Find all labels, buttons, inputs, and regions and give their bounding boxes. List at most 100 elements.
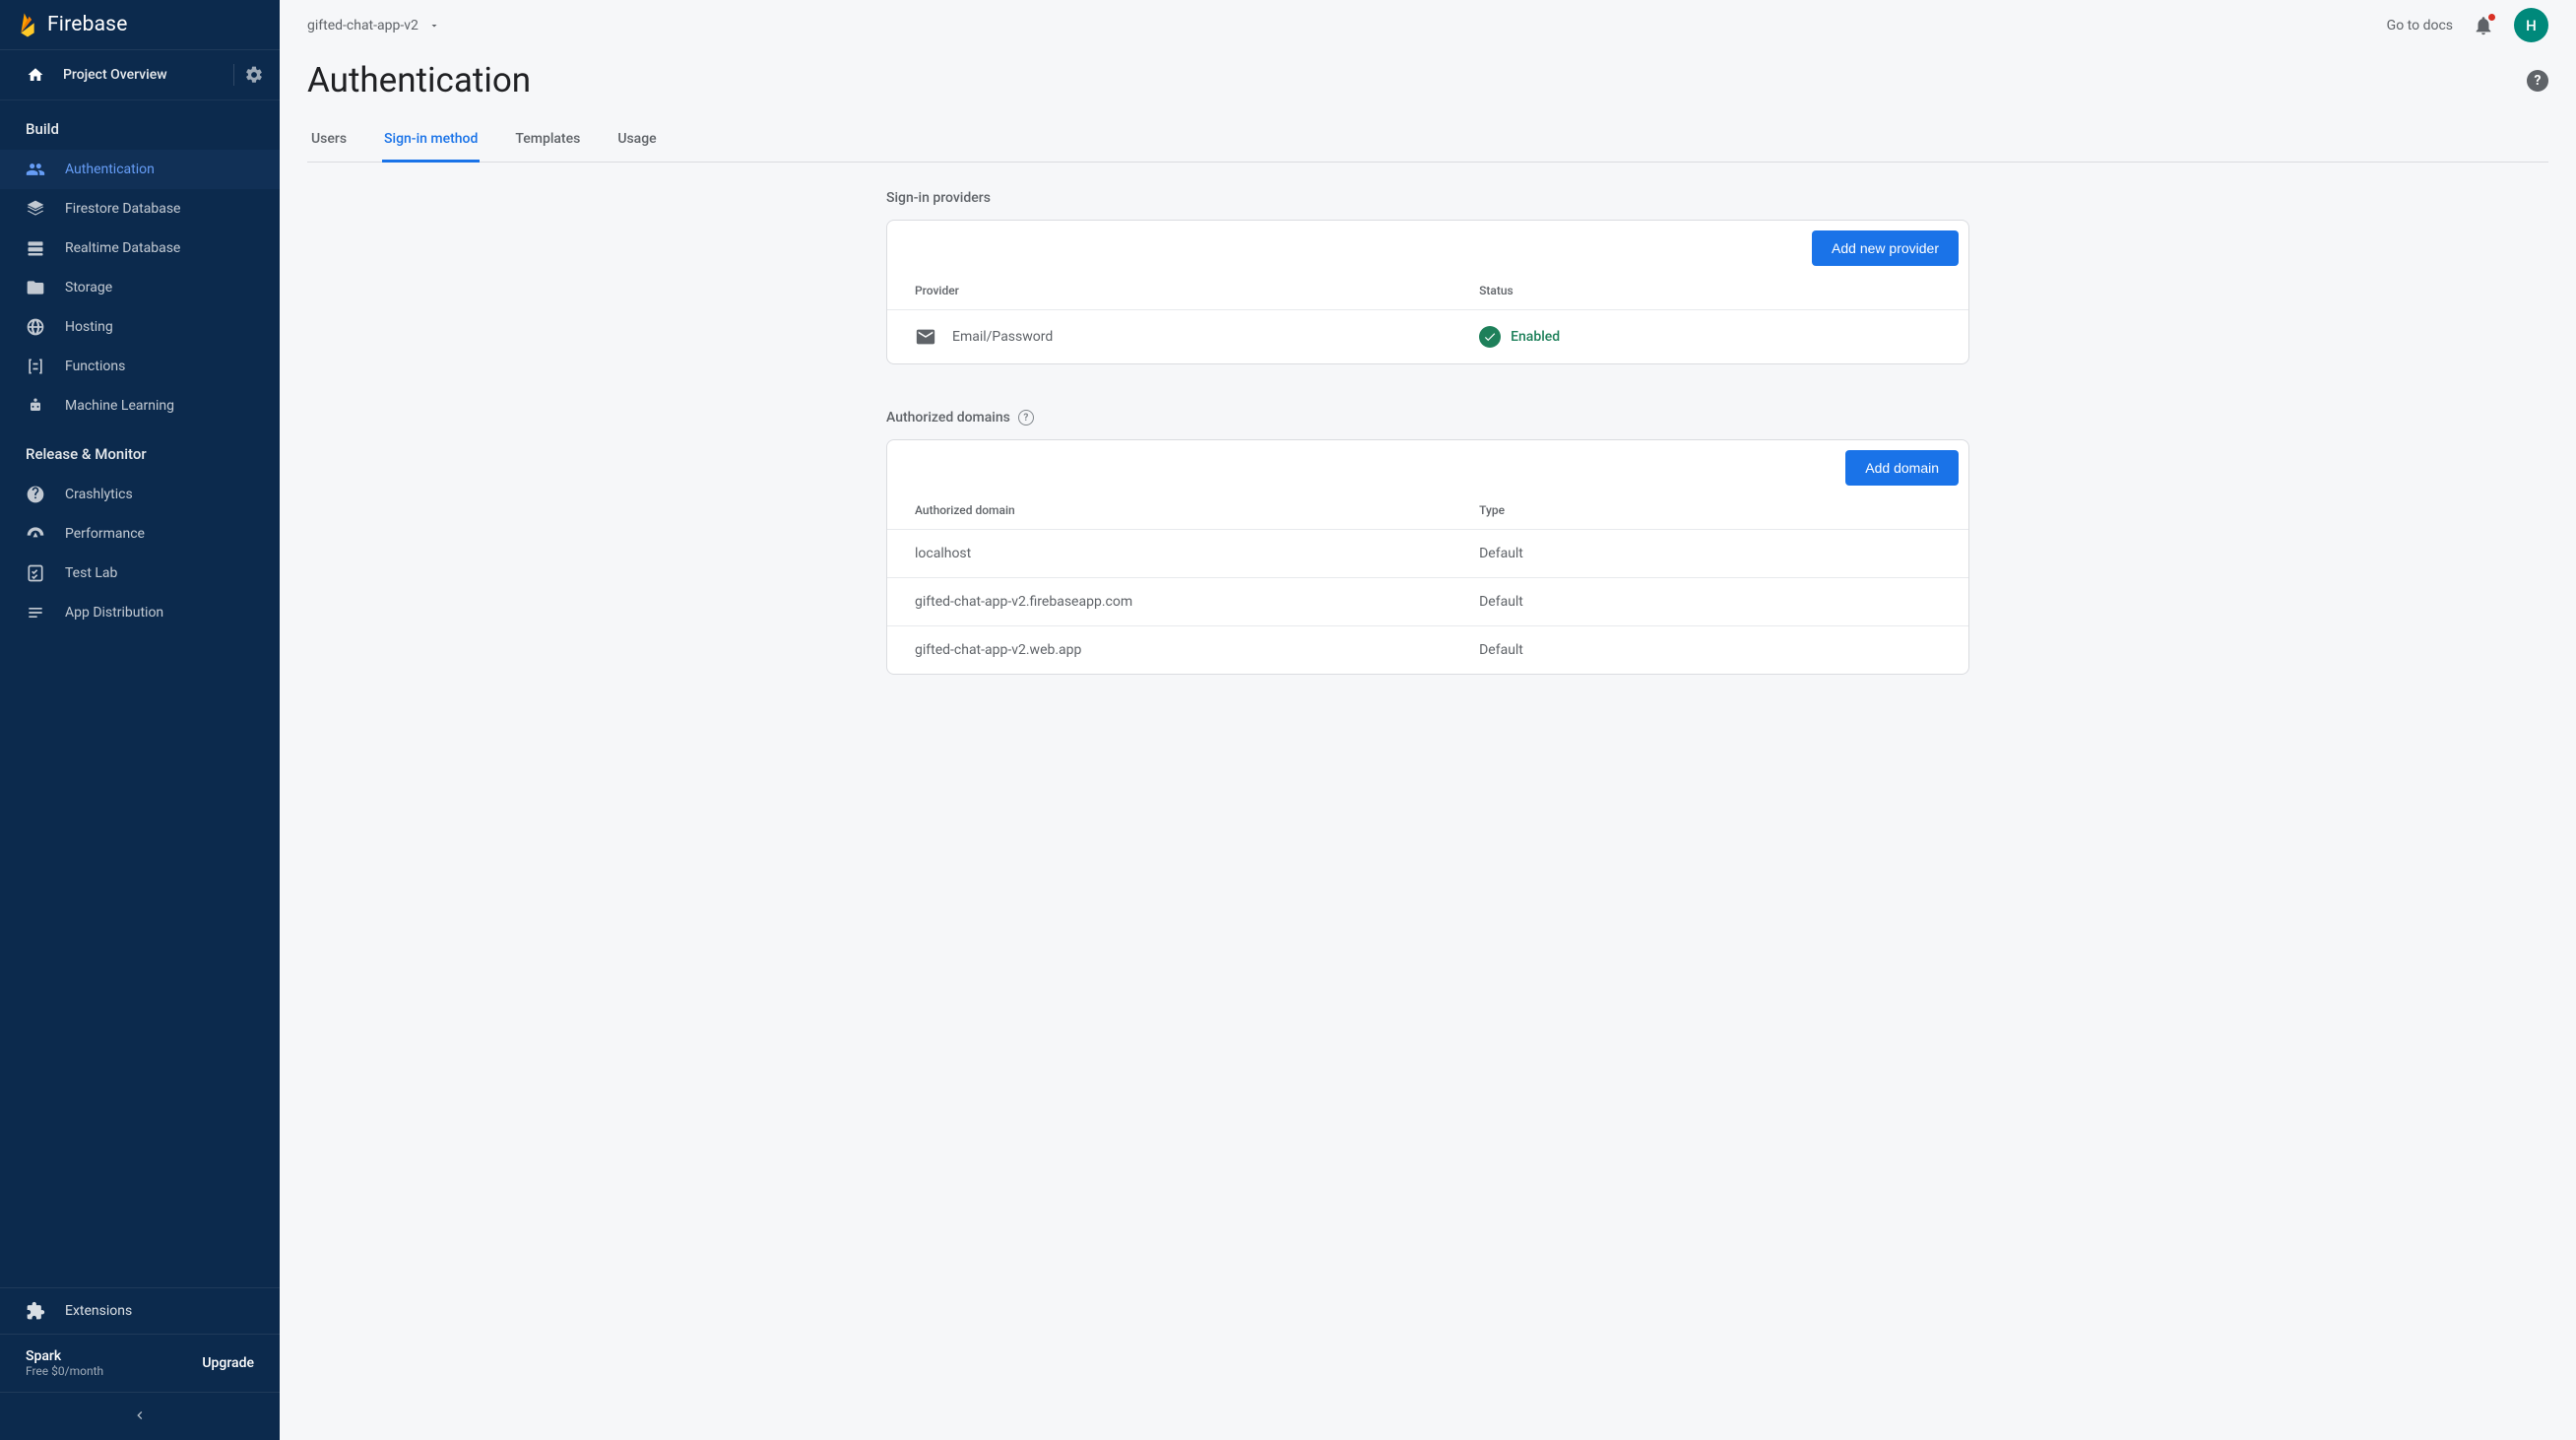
section-title-build[interactable]: Build bbox=[0, 100, 280, 150]
domain-type: Default bbox=[1479, 546, 1941, 561]
database-icon bbox=[26, 238, 45, 258]
plan-row: Spark Free $0/month Upgrade bbox=[0, 1334, 280, 1392]
nav-label: Functions bbox=[65, 359, 125, 374]
domain-row[interactable]: localhost Default bbox=[887, 529, 1968, 577]
nav-label: Test Lab bbox=[65, 565, 117, 581]
provider-row[interactable]: Email/Password Enabled bbox=[887, 309, 1968, 363]
notification-dot-icon bbox=[2487, 13, 2496, 22]
tab-templates[interactable]: Templates bbox=[513, 120, 582, 163]
sidebar-item-app-distribution[interactable]: App Distribution bbox=[0, 593, 280, 632]
email-icon bbox=[915, 326, 936, 348]
sidebar-item-extensions[interactable]: Extensions bbox=[0, 1287, 280, 1334]
tab-sign-in-method[interactable]: Sign-in method bbox=[382, 120, 480, 163]
project-name: gifted-chat-app-v2 bbox=[307, 18, 419, 33]
main: gifted-chat-app-v2 Go to docs H Authenti… bbox=[280, 0, 2576, 1440]
domain-type: Default bbox=[1479, 642, 1941, 658]
section-label-providers: Sign-in providers bbox=[886, 190, 1969, 206]
providers-table-header: Provider Status bbox=[887, 276, 1968, 309]
sidebar-item-machine-learning[interactable]: Machine Learning bbox=[0, 386, 280, 425]
firebase-logo[interactable]: Firebase bbox=[18, 13, 128, 36]
domain-name: gifted-chat-app-v2.web.app bbox=[915, 642, 1479, 658]
project-overview-label: Project Overview bbox=[63, 67, 167, 83]
sidebar: Firebase Project Overview Build Authenti… bbox=[0, 0, 280, 1440]
avatar-initial: H bbox=[2526, 17, 2537, 34]
extensions-label: Extensions bbox=[65, 1303, 132, 1319]
avatar[interactable]: H bbox=[2514, 8, 2548, 42]
domain-type: Default bbox=[1479, 594, 1941, 610]
col-type: Type bbox=[1479, 503, 1941, 517]
layers-icon bbox=[26, 199, 45, 219]
help-button[interactable]: ? bbox=[2527, 70, 2548, 92]
nav-label: Hosting bbox=[65, 319, 113, 335]
nav-label: App Distribution bbox=[65, 605, 163, 621]
check-circle-icon bbox=[1479, 326, 1501, 348]
nav-label: Storage bbox=[65, 280, 112, 295]
extensions-icon bbox=[26, 1301, 45, 1321]
plan-name: Spark bbox=[26, 1348, 103, 1364]
brand-text: Firebase bbox=[47, 13, 128, 36]
col-status: Status bbox=[1479, 284, 1941, 297]
add-new-provider-button[interactable]: Add new provider bbox=[1812, 230, 1959, 266]
functions-icon bbox=[26, 357, 45, 376]
crash-icon bbox=[26, 485, 45, 504]
project-selector[interactable]: gifted-chat-app-v2 bbox=[307, 18, 440, 33]
provider-status: Enabled bbox=[1511, 329, 1560, 345]
go-to-docs-link[interactable]: Go to docs bbox=[2387, 18, 2453, 33]
robot-icon bbox=[26, 396, 45, 416]
tabs: Users Sign-in method Templates Usage bbox=[307, 120, 2548, 163]
domains-table-header: Authorized domain Type bbox=[887, 495, 1968, 529]
chevron-left-icon bbox=[130, 1406, 150, 1425]
topbar: gifted-chat-app-v2 Go to docs H bbox=[280, 0, 2576, 50]
gear-icon[interactable] bbox=[244, 65, 264, 85]
sidebar-item-realtime-database[interactable]: Realtime Database bbox=[0, 229, 280, 268]
sidebar-nav: Build Authentication Firestore Database Re… bbox=[0, 100, 280, 1287]
plan-sub: Free $0/month bbox=[26, 1364, 103, 1378]
firebase-flame-icon bbox=[18, 15, 37, 34]
question-icon: ? bbox=[2535, 73, 2542, 89]
domain-row[interactable]: gifted-chat-app-v2.web.app Default bbox=[887, 625, 1968, 674]
domain-row[interactable]: gifted-chat-app-v2.firebaseapp.com Defau… bbox=[887, 577, 1968, 625]
content-scroll[interactable]: Sign-in providers Add new provider Provi… bbox=[280, 163, 2576, 1440]
help-icon[interactable]: ? bbox=[1018, 410, 1034, 425]
project-overview-row[interactable]: Project Overview bbox=[0, 50, 280, 100]
sidebar-item-test-lab[interactable]: Test Lab bbox=[0, 554, 280, 593]
globe-icon bbox=[26, 317, 45, 337]
domains-card: Add domain Authorized domain Type localh… bbox=[886, 439, 1969, 675]
section-title-release[interactable]: Release & Monitor bbox=[0, 425, 280, 475]
checklist-icon bbox=[26, 563, 45, 583]
tab-users[interactable]: Users bbox=[309, 120, 349, 163]
nav-label: Performance bbox=[65, 526, 145, 542]
divider bbox=[233, 64, 234, 86]
collapse-sidebar-button[interactable] bbox=[0, 1392, 280, 1440]
gauge-icon bbox=[26, 524, 45, 544]
sidebar-header: Firebase bbox=[0, 0, 280, 50]
section-label-domains: Authorized domains ? bbox=[886, 410, 1969, 425]
provider-name: Email/Password bbox=[952, 329, 1053, 345]
providers-card: Add new provider Provider Status Email/P… bbox=[886, 220, 1969, 364]
home-icon bbox=[26, 65, 45, 85]
upgrade-button[interactable]: Upgrade bbox=[202, 1355, 254, 1371]
nav-label: Machine Learning bbox=[65, 398, 174, 414]
domain-name: gifted-chat-app-v2.firebaseapp.com bbox=[915, 594, 1479, 610]
nav-label: Realtime Database bbox=[65, 240, 180, 256]
tab-usage[interactable]: Usage bbox=[615, 120, 658, 163]
nav-label: Crashlytics bbox=[65, 487, 133, 502]
nav-label: Firestore Database bbox=[65, 201, 180, 217]
distribute-icon bbox=[26, 603, 45, 622]
sidebar-item-hosting[interactable]: Hosting bbox=[0, 307, 280, 347]
sidebar-item-firestore-database[interactable]: Firestore Database bbox=[0, 189, 280, 229]
add-domain-button[interactable]: Add domain bbox=[1845, 450, 1959, 486]
col-provider: Provider bbox=[915, 284, 1479, 297]
nav-label: Authentication bbox=[65, 162, 155, 177]
sidebar-item-authentication[interactable]: Authentication bbox=[0, 150, 280, 189]
people-icon bbox=[26, 160, 45, 179]
page-title: Authentication bbox=[307, 60, 2527, 100]
sidebar-item-crashlytics[interactable]: Crashlytics bbox=[0, 475, 280, 514]
chevron-down-icon bbox=[428, 20, 440, 32]
page-header: Authentication ? Users Sign-in method Temp… bbox=[280, 50, 2576, 163]
sidebar-item-storage[interactable]: Storage bbox=[0, 268, 280, 307]
sidebar-item-functions[interactable]: Functions bbox=[0, 347, 280, 386]
domain-name: localhost bbox=[915, 546, 1479, 561]
notifications-button[interactable] bbox=[2473, 15, 2494, 36]
sidebar-item-performance[interactable]: Performance bbox=[0, 514, 280, 554]
